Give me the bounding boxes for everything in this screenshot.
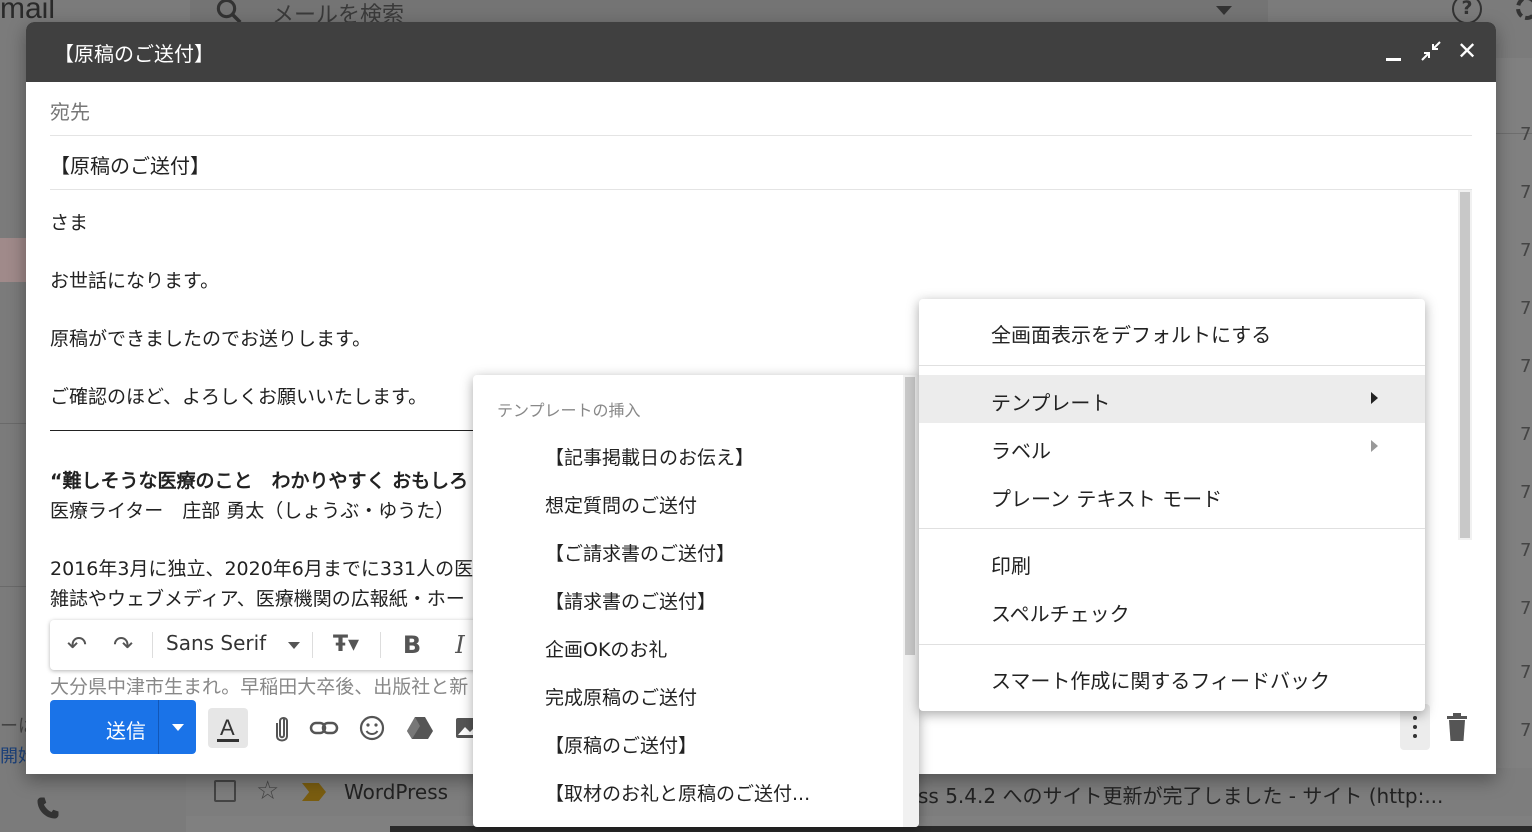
subject-text[interactable]: 【原稿のご送付】 [50,150,210,179]
menu-item-templates[interactable]: テンプレート [919,375,1425,423]
menu-item-label: 全画面表示をデフォルトにする [991,323,1272,347]
chevron-down-icon[interactable] [288,642,300,649]
list-row-date: 7 [1520,482,1532,503]
signature-line: 雑誌やウェブメディア、医療機関の広報紙・ホー [50,588,465,610]
toolbar-divider [380,632,381,658]
list-row-date: 7 [1520,720,1532,741]
signature-divider [50,430,480,431]
list-row-date: 7 [1520,182,1532,203]
font-selector[interactable]: Sans Serif [166,631,266,655]
compose-titlebar[interactable]: 【原稿のご送付】 ✕ [26,22,1496,82]
template-menu-header: テンプレートの挿入 [497,401,641,420]
menu-item-print[interactable]: 印刷 [919,538,1425,586]
send-split-divider [158,700,159,754]
font-size-icon[interactable]: Ŧ▾ [324,630,368,660]
undo-icon[interactable]: ↶ [62,630,92,660]
template-insert-menu: テンプレートの挿入 【記事掲載日のお伝え】 想定質問のご送付 【ご請求書のご送付… [473,375,919,827]
list-row-date: 7 [1520,662,1532,683]
list-row-date: 7 [1520,356,1532,377]
list-row-date: 7 [1520,298,1532,319]
star-icon[interactable]: ☆ [256,776,279,806]
compose-title: 【原稿のご送付】 [54,42,214,66]
menu-item-label: プレーン テキスト モード [991,487,1223,511]
minimize-icon[interactable] [1383,40,1405,62]
signature-line: 大分県中津市生まれ。早稲田大卒後、出版社と新 [50,676,469,698]
template-item[interactable]: 【記事掲載日のお伝え】 [545,443,885,470]
template-item[interactable]: 【請求書のご送付】 [545,587,885,614]
insert-link-icon[interactable] [304,708,344,748]
signature-line: 2016年3月に独立、2020年6月までに331人の医師 [50,558,493,580]
menu-item-label: ラベル [991,439,1051,463]
body-line: さま [50,212,89,234]
redo-icon[interactable]: ↷ [108,630,138,660]
trash-icon[interactable] [1444,712,1470,742]
emoji-icon[interactable] [352,708,392,748]
menu-divider [919,365,1425,366]
body-scrollbar-thumb[interactable] [1460,192,1470,538]
body-line: お世話になります。 [50,270,220,292]
row-subject: ss 5.4.2 へのサイト更新が完了しました - サイト (http:... [918,784,1444,808]
menu-item-plain-text-mode[interactable]: プレーン テキスト モード [919,471,1425,519]
list-row-date: 7 [1520,424,1532,445]
template-item[interactable]: 【ご請求書のご送付】 [545,539,885,566]
phone-icon[interactable] [34,794,62,822]
schedule-send-caret-icon[interactable] [172,724,184,731]
exit-fullscreen-icon[interactable] [1420,40,1442,62]
template-item[interactable]: 想定質問のご送付 [545,491,885,518]
list-row-date: 7 [1520,124,1532,145]
template-item[interactable]: 企画OKのお礼 [545,635,885,662]
menu-item-label: テンプレート [991,391,1111,415]
formatting-toolbar: ↶ ↷ Sans Serif Ŧ▾ B I [50,620,500,670]
template-item[interactable]: 【取材のお礼と原稿のご送付... [545,779,885,806]
signature-name: 医療ライター 庄部 勇太（しょうぶ・ゆうた） [50,500,455,522]
close-icon[interactable]: ✕ [1456,39,1478,63]
menu-divider [919,528,1425,529]
send-label: 送信 [106,719,146,743]
body-line: ご確認のほど、よろしくお願いいたします。 [50,386,428,408]
menu-divider [919,644,1425,645]
menu-item-label: スマート作成に関するフィードバック [991,669,1330,693]
to-label: 宛先 [50,100,90,124]
list-row-date: 7 [1520,240,1532,261]
row-sender: WordPress [344,780,449,804]
template-menu-scrollbar-thumb[interactable] [905,377,915,655]
template-item[interactable]: 完成原稿のご送付 [545,683,885,710]
bold-icon[interactable]: B [398,630,426,660]
more-options-menu: 全画面表示をデフォルトにする テンプレート ラベル プレーン テキスト モード … [919,299,1425,711]
menu-item-label: 印刷 [991,554,1031,578]
send-button[interactable]: 送信 [50,700,196,754]
signature-title: “難しそうな医療のこと わかりやすく おもしろ [50,470,469,492]
attach-file-icon[interactable] [262,708,302,748]
list-row-date: 7 [1520,540,1532,561]
list-row-date: 7 [1520,598,1532,619]
svg-text:A: A [220,715,235,740]
row-checkbox[interactable] [214,780,236,802]
formatting-options-icon[interactable]: A [208,708,248,748]
google-drive-icon[interactable] [400,708,440,748]
menu-item-label-submenu[interactable]: ラベル [919,423,1425,471]
menu-item-label: スペルチェック [991,602,1130,626]
body-line: 原稿ができましたのでお送りします。 [50,328,372,350]
toolbar-divider [312,632,313,658]
toolbar-divider [152,632,153,658]
menu-item-smart-compose-feedback[interactable]: スマート作成に関するフィードバック [919,653,1425,701]
menu-item-default-fullscreen[interactable]: 全画面表示をデフォルトにする [919,307,1425,355]
italic-icon[interactable]: I [446,630,474,660]
submenu-arrow-icon [1371,392,1378,404]
search-options-caret-icon[interactable] [1216,6,1232,15]
submenu-arrow-icon [1371,440,1378,452]
menu-item-spellcheck[interactable]: スペルチェック [919,586,1425,634]
template-item[interactable]: 【原稿のご送付】 [545,731,885,758]
recipients-field[interactable]: 宛先 [50,82,1472,136]
selected-nav-highlight [0,238,26,282]
subject-field[interactable]: 【原稿のご送付】 [50,136,1472,190]
